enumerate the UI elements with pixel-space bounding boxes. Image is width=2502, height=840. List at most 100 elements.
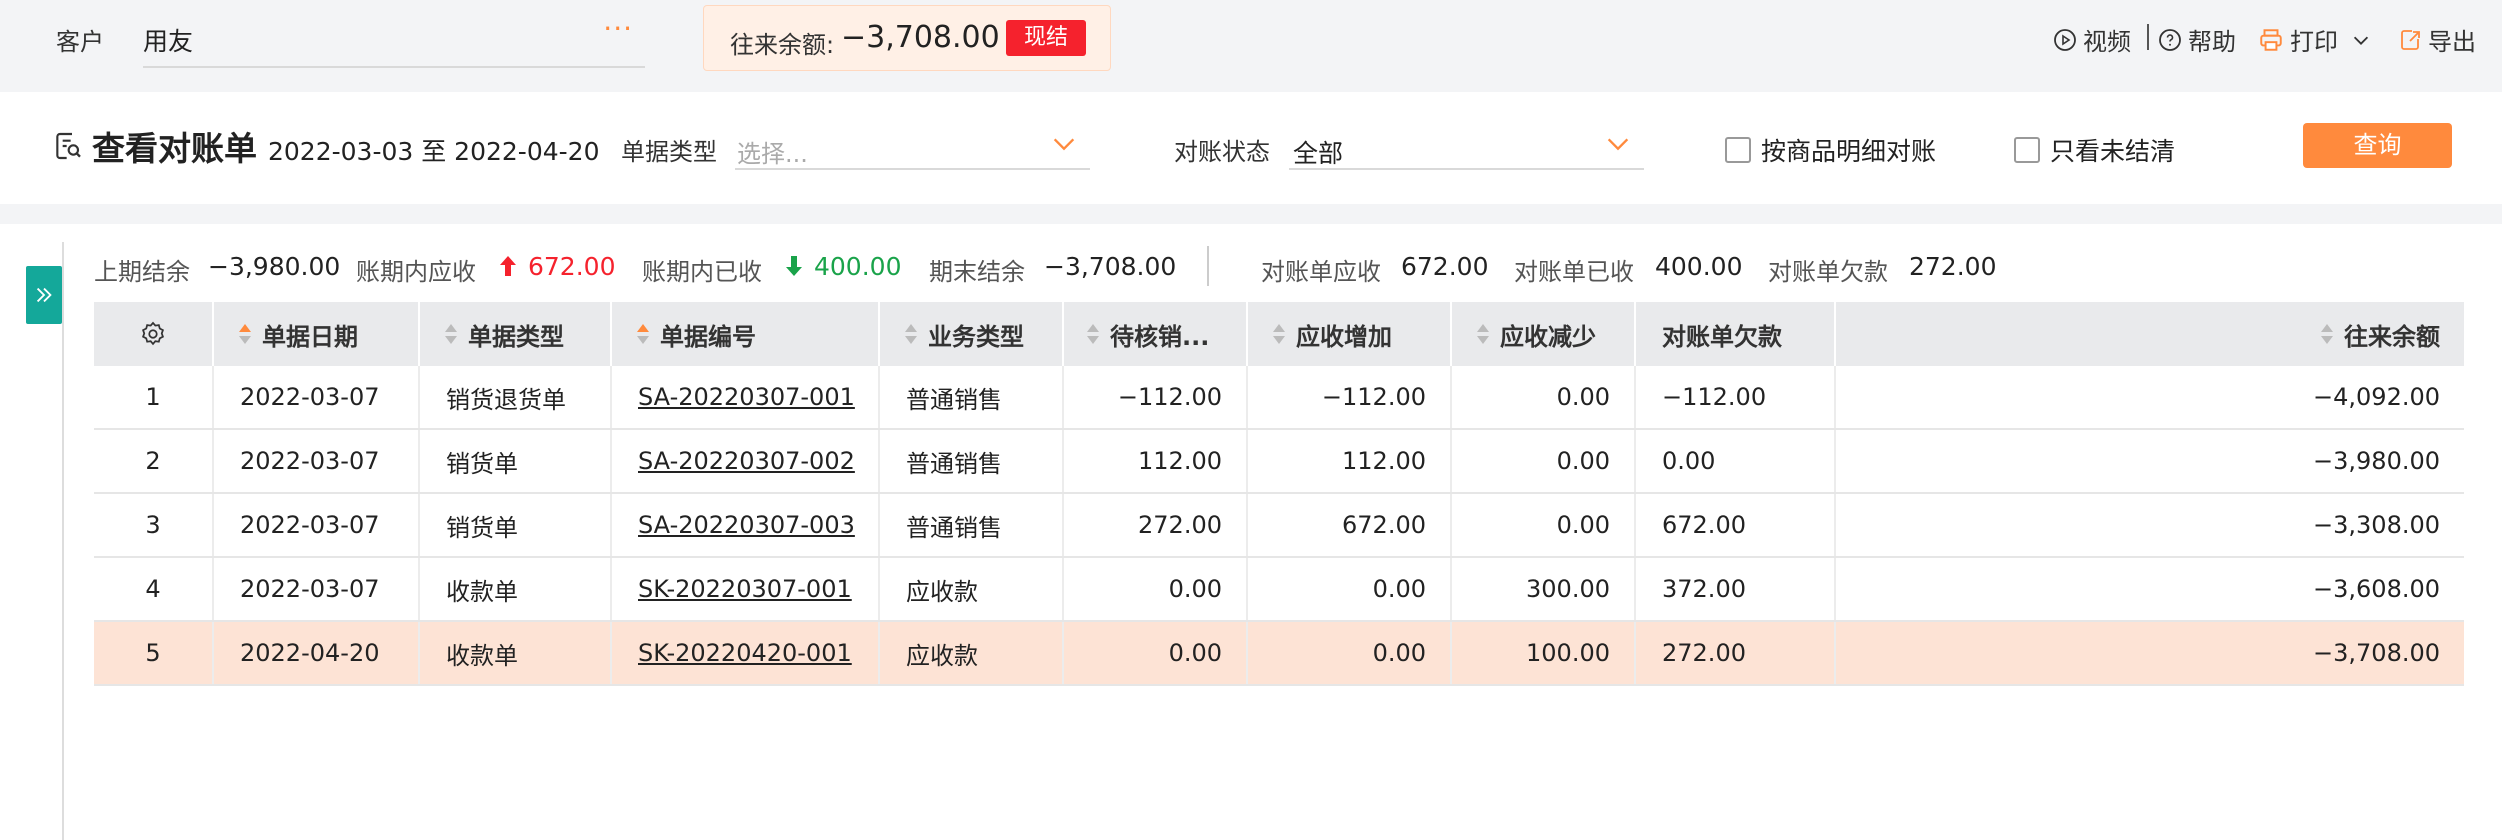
statement-owed: 0.00 xyxy=(1636,430,1836,492)
doc-number-link[interactable]: SK-20220420-001 xyxy=(638,639,852,667)
help-button[interactable]: 帮助 xyxy=(2158,22,2236,57)
status-value: 全部 xyxy=(1293,139,1344,168)
receivable-decrease: 0.00 xyxy=(1452,494,1636,556)
header-label: 应收增加 xyxy=(1296,322,1392,351)
unsettled-only-checkbox[interactable]: 只看未结清 xyxy=(2014,132,2175,168)
sidebar-toggle[interactable] xyxy=(26,266,62,324)
receivable-decrease: 100.00 xyxy=(1452,622,1636,684)
doc-number-cell: SA-20220307-003 xyxy=(612,494,880,556)
table-header: 单据日期 单据类型 单据编号 业务类型 待核销... 应收增加 应收减少 对账单… xyxy=(94,302,2464,366)
doc-date: 2022-04-20 xyxy=(214,622,420,684)
prev-balance-label: 上期结余 xyxy=(94,258,190,286)
column-header-pending[interactable]: 待核销... xyxy=(1064,302,1248,366)
settle-button[interactable]: 现结 xyxy=(1006,20,1086,56)
doc-date: 2022-03-07 xyxy=(214,494,420,556)
running-balance: −3,608.00 xyxy=(2313,575,2440,603)
doc-number-cell: SK-20220307-001 xyxy=(612,558,880,620)
doc-type: 收款单 xyxy=(420,558,612,620)
sort-icon[interactable] xyxy=(444,322,458,346)
checkbox-box[interactable] xyxy=(2014,137,2040,163)
export-button[interactable]: 导出 xyxy=(2398,22,2476,57)
chevron-down-icon[interactable] xyxy=(1604,130,1632,158)
doc-type: 收款单 xyxy=(420,622,612,684)
customer-value[interactable]: 用友 xyxy=(143,22,193,58)
column-header-doc-number[interactable]: 单据编号 xyxy=(612,302,880,366)
statement-receivable-label: 对账单应收 xyxy=(1261,258,1381,286)
doc-type: 销货单 xyxy=(420,494,612,556)
checkbox-box[interactable] xyxy=(1725,137,1751,163)
period-received-value: 400.00 xyxy=(814,252,902,281)
statement-receivable-value: 672.00 xyxy=(1401,252,1489,281)
column-header-doc-type[interactable]: 单据类型 xyxy=(420,302,612,366)
query-button[interactable]: 查询 xyxy=(2303,123,2452,168)
receivable-decrease: 0.00 xyxy=(1452,430,1636,492)
sort-icon[interactable] xyxy=(1476,322,1490,346)
doc-number-cell: SA-20220307-001 xyxy=(612,366,880,428)
period-receivable-value: 672.00 xyxy=(528,252,616,281)
doc-number-link[interactable]: SA-20220307-001 xyxy=(638,383,855,411)
statement-owed: 372.00 xyxy=(1636,558,1836,620)
doc-number-link[interactable]: SA-20220307-002 xyxy=(638,447,855,475)
chevron-down-icon[interactable] xyxy=(2350,29,2372,51)
column-header-biz-type[interactable]: 业务类型 xyxy=(880,302,1064,366)
header-label: 应收减少 xyxy=(1500,322,1596,351)
column-settings[interactable] xyxy=(94,302,214,366)
sort-icon[interactable] xyxy=(2320,322,2334,346)
more-icon[interactable]: ··· xyxy=(603,12,633,45)
biz-type: 普通销售 xyxy=(880,430,1064,492)
column-header-receivable-decrease[interactable]: 应收减少 xyxy=(1452,302,1636,366)
print-button[interactable]: 打印 xyxy=(2258,22,2372,57)
table-row[interactable]: 1 2022-03-07 销货退货单 SA-20220307-001 普通销售 … xyxy=(94,366,2464,430)
sort-icon[interactable] xyxy=(1086,322,1100,346)
pending-amount: 112.00 xyxy=(1064,430,1248,492)
receivable-increase: 672.00 xyxy=(1248,494,1452,556)
status-select[interactable]: 全部 xyxy=(1289,120,1644,170)
statement-owed-label: 对账单欠款 xyxy=(1768,258,1888,286)
page-title: 查看对账单 xyxy=(92,129,257,168)
table-row[interactable]: 2 2022-03-07 销货单 SA-20220307-002 普通销售 11… xyxy=(94,430,2464,494)
table-row[interactable]: 4 2022-03-07 收款单 SK-20220307-001 应收款 0.0… xyxy=(94,558,2464,622)
top-bar: 客户 用友 ··· 往来余额: −3,708.00 现结 视频 帮助 打印 导出 xyxy=(0,0,2502,80)
column-header-date[interactable]: 单据日期 xyxy=(214,302,420,366)
doc-number-link[interactable]: SA-20220307-003 xyxy=(638,511,855,539)
export-icon xyxy=(2401,29,2420,50)
chevron-down-icon[interactable] xyxy=(1050,130,1078,158)
doc-number-cell: SA-20220307-002 xyxy=(612,430,880,492)
sort-icon[interactable] xyxy=(904,322,918,346)
period-received-label: 账期内已收 xyxy=(642,258,762,286)
sort-icon[interactable] xyxy=(636,322,650,346)
row-index: 4 xyxy=(94,558,214,620)
prev-balance-value: −3,980.00 xyxy=(208,252,341,281)
table-row-selected[interactable]: 5 2022-04-20 收款单 SK-20220420-001 应收款 0.0… xyxy=(94,622,2464,686)
receivable-increase: 112.00 xyxy=(1248,430,1452,492)
page-title-group: 查看对账单 xyxy=(52,122,257,170)
column-header-receivable-increase[interactable]: 应收增加 xyxy=(1248,302,1452,366)
column-header-statement-owed[interactable]: 对账单欠款 xyxy=(1636,302,1836,366)
video-label: 视频 xyxy=(2083,28,2131,56)
doc-type-select[interactable]: 选择... xyxy=(735,120,1090,170)
header-label: 单据编号 xyxy=(660,322,756,351)
biz-type: 普通销售 xyxy=(880,366,1064,428)
customer-field[interactable]: 用友 ··· xyxy=(143,10,645,68)
unsettled-only-label: 只看未结清 xyxy=(2050,137,2176,166)
biz-type: 普通销售 xyxy=(880,494,1064,556)
help-label: 帮助 xyxy=(2188,28,2236,56)
doc-number-link[interactable]: SK-20220307-001 xyxy=(638,575,852,603)
doc-type-label: 单据类型 xyxy=(621,138,717,166)
date-range[interactable]: 2022-03-03 至 2022-04-20 xyxy=(268,132,599,168)
filter-panel: 查看对账单 2022-03-03 至 2022-04-20 单据类型 选择...… xyxy=(0,92,2502,204)
header-label: 待核销... xyxy=(1110,322,1210,351)
doc-date: 2022-03-07 xyxy=(214,558,420,620)
doc-date: 2022-03-07 xyxy=(214,366,420,428)
gear-icon[interactable] xyxy=(139,320,167,348)
video-button[interactable]: 视频 xyxy=(2053,22,2131,57)
biz-type: 应收款 xyxy=(880,558,1064,620)
table-row[interactable]: 3 2022-03-07 销货单 SA-20220307-003 普通销售 27… xyxy=(94,494,2464,558)
sort-icon[interactable] xyxy=(238,322,252,346)
column-header-running-balance[interactable]: 往来余额 xyxy=(1836,302,2464,366)
running-balance: −4,092.00 xyxy=(2313,383,2440,411)
detail-reconcile-checkbox[interactable]: 按商品明细对账 xyxy=(1725,132,1936,168)
sort-icon[interactable] xyxy=(1272,322,1286,346)
running-balance: −3,708.00 xyxy=(2313,639,2440,667)
summary-divider xyxy=(1207,246,1209,286)
